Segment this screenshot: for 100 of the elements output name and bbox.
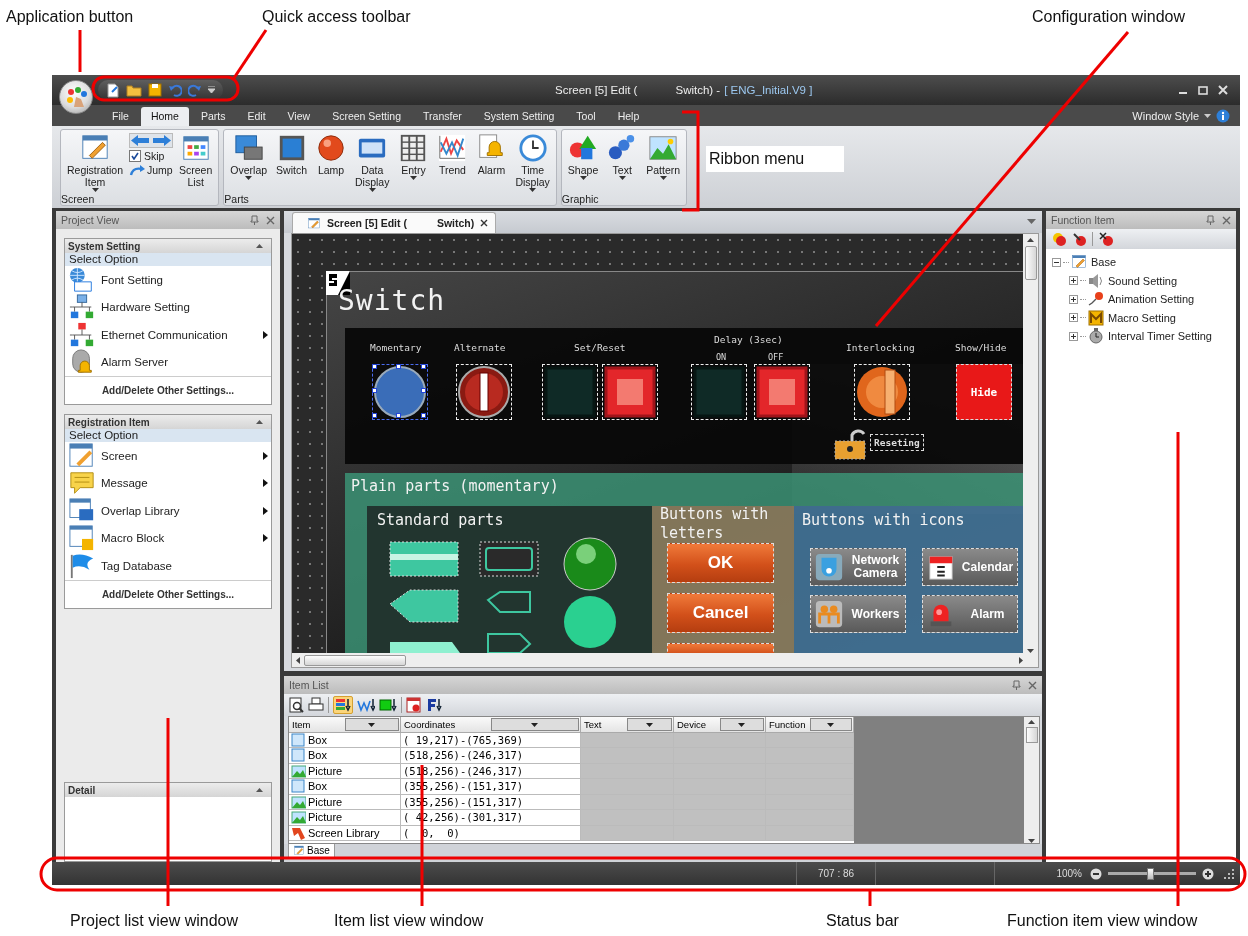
collapse-icon[interactable] — [256, 244, 263, 248]
jump-button[interactable]: Jump — [129, 164, 174, 176]
ribbon-tab[interactable]: Home — [140, 107, 189, 126]
print-preview-icon[interactable] — [288, 697, 304, 713]
option-item[interactable]: Font Setting — [65, 266, 271, 294]
info-icon[interactable] — [1216, 108, 1230, 123]
editor-tab[interactable]: Screen [5] Edit ( Switch) — [292, 212, 497, 233]
tree-item[interactable]: Macro Setting — [1069, 308, 1236, 327]
icon-button[interactable]: Workers — [810, 595, 906, 633]
column-header[interactable]: Function — [766, 717, 854, 733]
ribbon-button[interactable]: Overlap — [227, 132, 271, 181]
pin-icon[interactable] — [1012, 680, 1021, 690]
icon-button[interactable]: Calendar — [922, 548, 1018, 586]
scroll-thumb[interactable] — [1024, 246, 1037, 280]
vertical-scrollbar[interactable] — [1024, 717, 1039, 843]
ribbon-button[interactable]: Shape — [564, 132, 602, 181]
ribbon-button[interactable]: Text — [604, 132, 641, 181]
option-item[interactable]: Message — [65, 469, 271, 497]
icon-button[interactable]: Alarm — [922, 595, 1018, 633]
checklist-icon[interactable] — [406, 697, 422, 713]
expander-icon[interactable] — [1069, 331, 1078, 341]
checkbox[interactable] — [129, 150, 142, 162]
close-icon[interactable] — [480, 219, 489, 227]
option-item[interactable]: Hardware Setting — [65, 293, 271, 321]
undo-icon[interactable] — [168, 83, 182, 97]
scroll-up-icon[interactable] — [1028, 720, 1035, 724]
save-icon[interactable] — [148, 83, 162, 97]
ribbon-button[interactable]: Time Display — [512, 132, 553, 193]
pin-icon[interactable] — [1206, 215, 1215, 225]
wave-sort-icon[interactable] — [357, 698, 375, 712]
scroll-left-icon[interactable] — [296, 656, 300, 664]
ribbon-tab[interactable]: Help — [607, 107, 650, 126]
window-style-menu[interactable]: Window Style — [1132, 109, 1199, 122]
add-function-icon[interactable] — [1052, 232, 1066, 246]
tree-item[interactable]: Sound Setting — [1069, 271, 1236, 290]
tree-item[interactable]: Base — [1052, 253, 1236, 272]
ribbon-button[interactable]: Screen List — [176, 132, 216, 189]
ribbon-button[interactable]: Data Display — [352, 132, 393, 193]
option-item[interactable]: Tag Database — [65, 552, 271, 580]
ribbon-tab[interactable]: Edit — [237, 107, 276, 126]
icon-button[interactable]: Network Camera — [810, 548, 906, 586]
zoom-out-icon[interactable] — [1090, 867, 1102, 880]
ribbon-tab[interactable]: View — [277, 107, 321, 126]
application-button[interactable] — [59, 80, 93, 114]
letter-button[interactable]: OK — [667, 543, 774, 583]
hide-button[interactable]: Hide — [956, 364, 1012, 420]
filter-button[interactable] — [809, 718, 852, 731]
column-header[interactable]: Coordinates — [401, 717, 581, 733]
new-file-icon[interactable] — [106, 82, 120, 98]
tree-item[interactable]: Interval Timer Setting — [1069, 327, 1236, 346]
add-delete-link[interactable]: Add/Delete Other Settings... — [65, 376, 271, 404]
ribbon-button[interactable]: Registration Item — [64, 132, 127, 193]
option-item[interactable]: Macro Block — [65, 524, 271, 552]
customize-icon[interactable] — [208, 86, 215, 94]
zoom-in-icon[interactable] — [1202, 867, 1214, 880]
ribbon-tab[interactable]: Parts — [190, 107, 236, 126]
switch-part[interactable] — [372, 364, 428, 420]
zoom-slider-thumb[interactable] — [1147, 867, 1155, 880]
ribbon-tab[interactable]: Transfer — [413, 107, 472, 126]
option-item[interactable]: Alarm Server — [65, 348, 271, 376]
ribbon-button[interactable]: Pattern — [643, 132, 684, 181]
column-header[interactable]: Item — [289, 717, 401, 733]
navigation-arrows[interactable] — [129, 133, 174, 148]
collapse-icon[interactable] — [256, 420, 263, 424]
expander-icon[interactable] — [1069, 294, 1078, 304]
scroll-up-icon[interactable] — [1027, 238, 1034, 242]
column-header[interactable]: Device — [674, 717, 766, 733]
scroll-right-icon[interactable] — [1019, 656, 1023, 664]
ribbon-button[interactable]: Trend — [434, 132, 471, 177]
pin-icon[interactable] — [250, 215, 259, 225]
option-item[interactable]: Ethernet Communication — [65, 321, 271, 349]
edit-function-icon[interactable] — [1072, 232, 1086, 246]
column-header[interactable]: Text — [581, 717, 674, 733]
filter-button[interactable] — [627, 718, 672, 731]
scroll-thumb[interactable] — [304, 654, 406, 666]
scroll-down-icon[interactable] — [1027, 649, 1034, 653]
expander-icon[interactable] — [1069, 276, 1078, 286]
ribbon-tab[interactable]: Screen Setting — [322, 107, 411, 126]
option-item[interactable]: Overlap Library — [65, 497, 271, 525]
expander-icon[interactable] — [1069, 313, 1078, 323]
folder-icon[interactable] — [126, 83, 142, 97]
collapse-icon[interactable] — [256, 788, 263, 792]
letter-button[interactable]: Cancel — [667, 593, 774, 633]
maximize-icon[interactable] — [1198, 85, 1208, 95]
box-sort-icon[interactable] — [379, 698, 397, 712]
ribbon-button[interactable]: Lamp — [313, 132, 349, 177]
ribbon-button[interactable]: Alarm — [473, 132, 510, 177]
ribbon-button[interactable]: Entry — [395, 132, 432, 181]
filter-button[interactable] — [490, 718, 579, 731]
ribbon-button[interactable]: Switch — [273, 132, 310, 177]
ribbon-tab[interactable]: System Setting — [473, 107, 565, 126]
filter-button[interactable] — [719, 718, 764, 731]
dropdown-icon[interactable] — [1027, 219, 1036, 225]
print-icon[interactable] — [308, 697, 324, 713]
ribbon-tab[interactable]: Tool — [566, 107, 606, 126]
add-delete-link[interactable]: Add/Delete Other Settings... — [65, 579, 271, 608]
sort-icon[interactable] — [426, 698, 442, 712]
redo-icon[interactable] — [188, 83, 202, 97]
ribbon-tab[interactable]: File — [102, 107, 139, 126]
scroll-thumb[interactable] — [1025, 727, 1038, 743]
